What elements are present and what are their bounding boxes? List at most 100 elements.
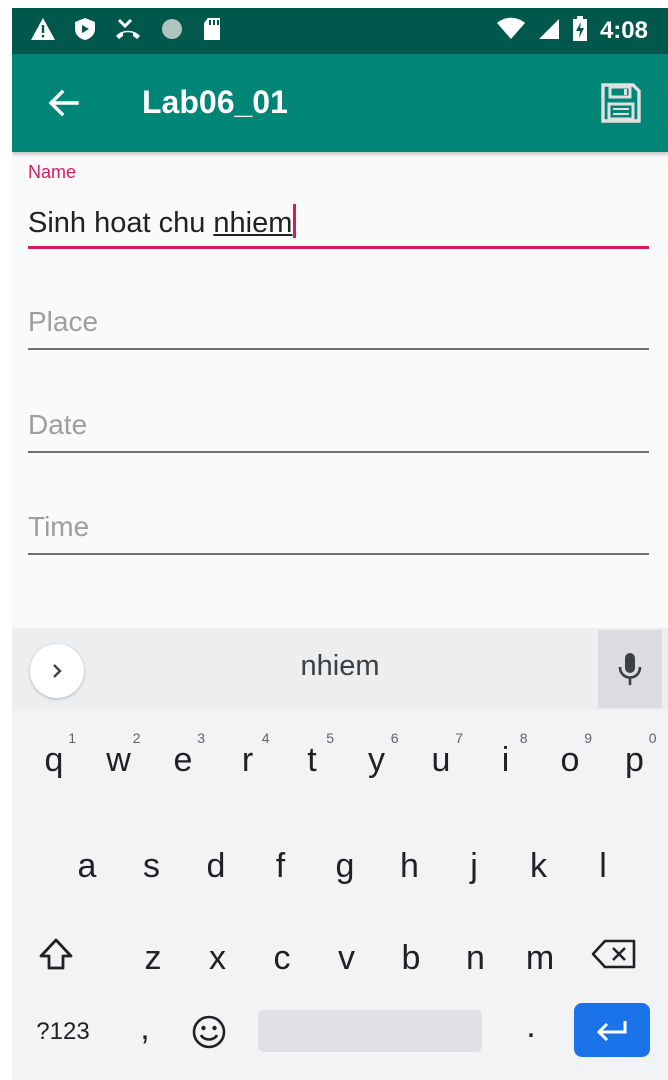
- key-h[interactable]: h: [382, 826, 438, 906]
- key-label: v: [338, 938, 355, 977]
- key-l[interactable]: l: [575, 826, 631, 906]
- text-cursor: [293, 204, 297, 238]
- back-button[interactable]: [40, 80, 86, 126]
- key-o[interactable]: o9: [542, 720, 598, 800]
- key-hint: 5: [326, 730, 334, 746]
- key-label: y: [368, 740, 385, 779]
- key-label: w: [106, 740, 131, 779]
- period-key[interactable]: .: [506, 994, 556, 1058]
- signal-icon: [538, 17, 560, 46]
- key-label: a: [77, 846, 97, 885]
- key-label: u: [431, 740, 451, 779]
- backspace-icon: [591, 939, 636, 969]
- key-hint: 3: [197, 730, 205, 746]
- key-hint: 4: [261, 730, 270, 746]
- key-label: r: [241, 740, 254, 779]
- app-screen: 4:08 Lab06_01 Name Sinh hoat chu nhiem P…: [12, 8, 668, 1080]
- voice-input-button[interactable]: [598, 630, 662, 708]
- name-input[interactable]: Sinh hoat chu nhiem: [28, 204, 297, 240]
- emoji-key[interactable]: [182, 1000, 236, 1064]
- key-m[interactable]: m: [512, 918, 568, 998]
- key-hint: 6: [390, 730, 399, 746]
- warning-icon: [30, 17, 56, 46]
- key-u[interactable]: u7: [413, 720, 469, 800]
- key-label: h: [400, 846, 419, 885]
- key-label: x: [209, 938, 226, 977]
- time-input[interactable]: Time: [28, 511, 89, 543]
- date-input[interactable]: Date: [28, 409, 87, 441]
- key-q[interactable]: q1: [26, 720, 82, 800]
- status-time: 4:08: [599, 17, 648, 44]
- key-hint: 7: [455, 730, 463, 746]
- backspace-key[interactable]: [582, 922, 646, 986]
- space-key[interactable]: [258, 1010, 482, 1052]
- emoji-icon: [192, 1015, 226, 1049]
- key-z[interactable]: z: [125, 918, 181, 998]
- save-icon: [601, 83, 641, 123]
- shield-icon: [74, 17, 96, 46]
- key-p[interactable]: p0: [607, 720, 663, 800]
- suggestion-word[interactable]: nhiem: [12, 650, 668, 683]
- key-b[interactable]: b: [383, 918, 439, 998]
- key-s[interactable]: s: [124, 826, 180, 906]
- status-bar: 4:08: [12, 8, 668, 54]
- key-label: e: [173, 740, 193, 779]
- key-v[interactable]: v: [319, 918, 375, 998]
- key-label: l: [599, 846, 607, 885]
- key-x[interactable]: x: [190, 918, 246, 998]
- name-field-underline: [28, 246, 649, 249]
- key-label: o: [560, 740, 580, 779]
- name-field[interactable]: Name Sinh hoat chu nhiem: [28, 162, 649, 262]
- place-input[interactable]: Place: [28, 306, 98, 338]
- sd-card-icon: [202, 17, 222, 46]
- key-label: g: [335, 846, 355, 885]
- key-t[interactable]: t5: [284, 720, 340, 800]
- key-j[interactable]: j: [446, 826, 502, 906]
- key-label: z: [144, 938, 162, 977]
- key-label: f: [275, 846, 286, 885]
- key-d[interactable]: d: [188, 826, 244, 906]
- enter-key[interactable]: [574, 1003, 650, 1057]
- key-label: j: [470, 846, 478, 885]
- save-button[interactable]: [596, 78, 646, 128]
- key-label: m: [525, 938, 555, 977]
- missed-call-icon: [114, 17, 142, 46]
- name-field-label: Name: [28, 162, 77, 182]
- comma-key[interactable]: ,: [120, 996, 170, 1060]
- page-title: Lab06_01: [142, 84, 288, 120]
- key-c[interactable]: c: [254, 918, 310, 998]
- symbols-key[interactable]: ?123: [28, 1000, 98, 1064]
- key-n[interactable]: n: [448, 918, 504, 998]
- key-f[interactable]: f: [253, 826, 309, 906]
- app-bar: Lab06_01: [12, 54, 668, 152]
- key-r[interactable]: r4: [220, 720, 276, 800]
- key-label: s: [143, 846, 160, 885]
- time-field[interactable]: Time: [28, 503, 649, 567]
- circle-icon: [160, 17, 184, 46]
- key-label: t: [307, 740, 317, 779]
- key-k[interactable]: k: [511, 826, 567, 906]
- wifi-icon: [496, 17, 526, 46]
- key-i[interactable]: i8: [478, 720, 534, 800]
- date-field-underline: [28, 451, 649, 453]
- key-label: n: [466, 938, 485, 977]
- key-e[interactable]: e3: [155, 720, 211, 800]
- key-y[interactable]: y6: [349, 720, 405, 800]
- key-hint: 2: [132, 730, 141, 746]
- battery-charging-icon: [572, 15, 588, 47]
- key-label: q: [44, 740, 64, 779]
- key-label: i: [501, 740, 510, 779]
- key-label: k: [530, 846, 547, 885]
- key-g[interactable]: g: [317, 826, 373, 906]
- key-a[interactable]: a: [59, 826, 115, 906]
- enter-icon: [596, 1021, 627, 1042]
- place-field-underline: [28, 348, 649, 350]
- soft-keyboard: nhiem q1w2e3r4t5y6u7i8o9p0asdfghjklzxcvb…: [12, 628, 668, 1080]
- key-w[interactable]: w2: [91, 720, 147, 800]
- key-hint: 8: [519, 730, 528, 746]
- key-hint: 0: [648, 730, 657, 746]
- key-hint: 1: [68, 730, 76, 746]
- shift-key[interactable]: [26, 922, 86, 986]
- place-field[interactable]: Place: [28, 298, 649, 362]
- date-field[interactable]: Date: [28, 401, 649, 465]
